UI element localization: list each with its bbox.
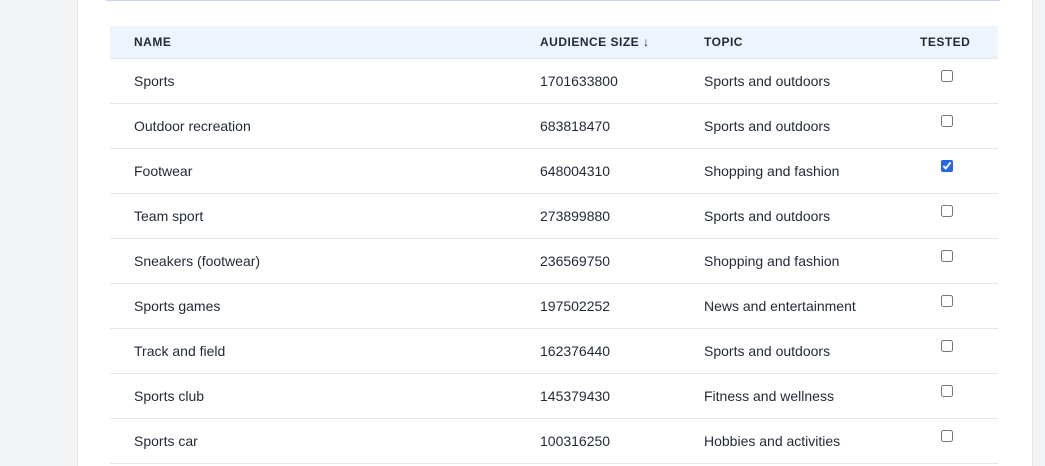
row-topic: Hobbies and activities bbox=[704, 433, 841, 449]
column-header-tested[interactable]: TESTED bbox=[920, 26, 970, 58]
top-panel-edge bbox=[102, 0, 1004, 1]
tested-checkbox[interactable] bbox=[941, 250, 953, 262]
row-topic: News and entertainment bbox=[704, 298, 856, 314]
row-topic: Sports and outdoors bbox=[704, 208, 831, 224]
row-audience-size: 145379430 bbox=[540, 388, 611, 404]
column-header-audience-size[interactable]: AUDIENCE SIZE ↓ bbox=[540, 26, 650, 58]
row-topic: Sports and outdoors bbox=[704, 73, 831, 89]
column-header-topic[interactable]: TOPIC bbox=[704, 26, 743, 58]
table-row: Track and field 162376440 Sports and out… bbox=[110, 329, 998, 374]
row-audience-size: 236569750 bbox=[540, 253, 611, 269]
interests-table: NAME AUDIENCE SIZE ↓ TOPIC TESTED Sports… bbox=[110, 26, 998, 464]
tested-checkbox[interactable] bbox=[941, 160, 953, 172]
row-name: Sports bbox=[134, 73, 175, 89]
tested-checkbox[interactable] bbox=[941, 115, 953, 127]
row-audience-size: 100316250 bbox=[540, 433, 611, 449]
row-audience-size: 197502252 bbox=[540, 298, 611, 314]
row-name: Track and field bbox=[134, 343, 226, 359]
tested-checkbox[interactable] bbox=[941, 205, 953, 217]
table-row: Footwear 648004310 Shopping and fashion bbox=[110, 149, 998, 194]
row-name: Sneakers (footwear) bbox=[134, 253, 261, 269]
column-header-name[interactable]: NAME bbox=[134, 26, 171, 58]
row-topic: Shopping and fashion bbox=[704, 253, 840, 269]
row-audience-size: 1701633800 bbox=[540, 73, 618, 89]
table-row: Sneakers (footwear) 236569750 Shopping a… bbox=[110, 239, 998, 284]
row-name: Sports games bbox=[134, 298, 221, 314]
row-topic: Shopping and fashion bbox=[704, 163, 840, 179]
table-row: Sports games 197502252 News and entertai… bbox=[110, 284, 998, 329]
table-row: Outdoor recreation 683818470 Sports and … bbox=[110, 104, 998, 149]
row-audience-size: 273899880 bbox=[540, 208, 611, 224]
row-topic: Sports and outdoors bbox=[704, 118, 831, 134]
tested-checkbox[interactable] bbox=[941, 385, 953, 397]
table-row: Sports car 100316250 Hobbies and activit… bbox=[110, 419, 998, 464]
row-name: Sports car bbox=[134, 433, 198, 449]
row-audience-size: 683818470 bbox=[540, 118, 611, 134]
tested-checkbox[interactable] bbox=[941, 295, 953, 307]
row-name: Footwear bbox=[134, 163, 193, 179]
row-name: Outdoor recreation bbox=[134, 118, 251, 134]
interests-card: NAME AUDIENCE SIZE ↓ TOPIC TESTED Sports… bbox=[77, 0, 1033, 466]
row-audience-size: 648004310 bbox=[540, 163, 611, 179]
tested-checkbox[interactable] bbox=[941, 70, 953, 82]
row-topic: Sports and outdoors bbox=[704, 343, 831, 359]
table-header: NAME AUDIENCE SIZE ↓ TOPIC TESTED bbox=[110, 26, 998, 59]
table-row: Sports 1701633800 Sports and outdoors bbox=[110, 59, 998, 104]
row-audience-size: 162376440 bbox=[540, 343, 611, 359]
tested-checkbox[interactable] bbox=[941, 340, 953, 352]
table-row: Team sport 273899880 Sports and outdoors bbox=[110, 194, 998, 239]
row-topic: Fitness and wellness bbox=[704, 388, 834, 404]
row-name: Sports club bbox=[134, 388, 205, 404]
row-name: Team sport bbox=[134, 208, 204, 224]
table-row: Sports club 145379430 Fitness and wellne… bbox=[110, 374, 998, 419]
tested-checkbox[interactable] bbox=[941, 430, 953, 442]
